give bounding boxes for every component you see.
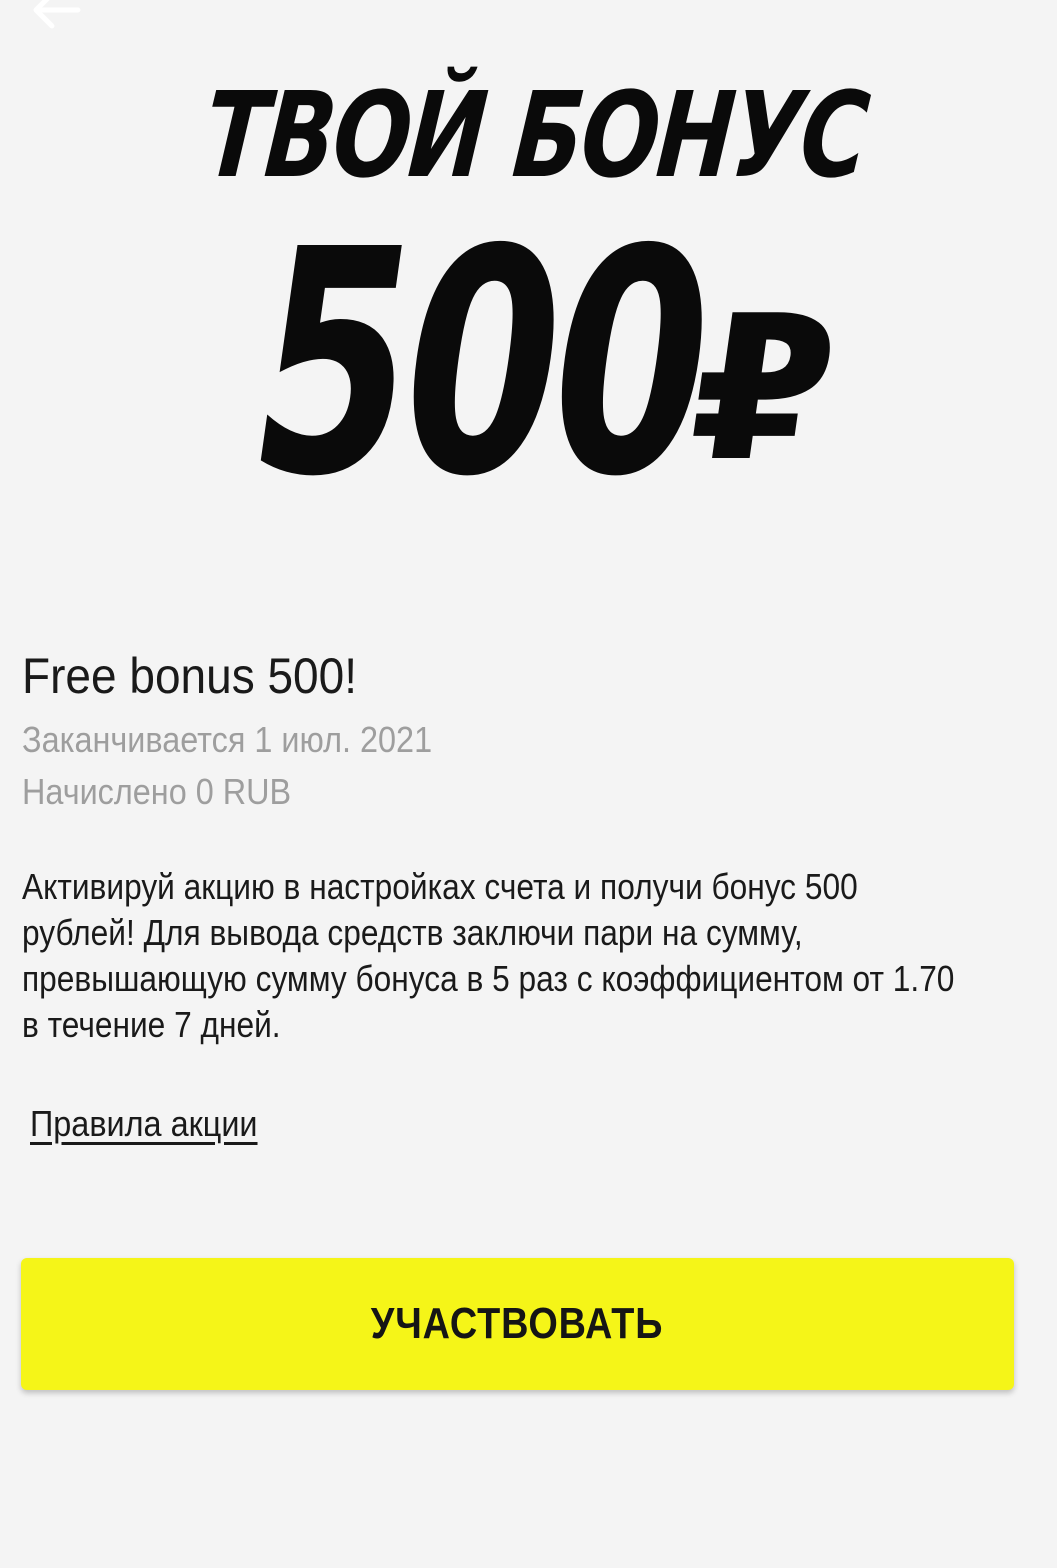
banner-headline: ТВОЙ БОНУС [199,66,872,204]
participate-button[interactable]: УЧАСТВОВАТЬ [21,1258,1014,1390]
participate-button-label: УЧАСТВОВАТЬ [371,1299,664,1348]
promo-title: Free bonus 500! [22,648,358,704]
banner-amount-group: 500 ₽ [231,184,893,545]
promo-expiry-date: Заканчивается 1 июл. 2021 [22,719,433,760]
back-button[interactable] [28,0,84,34]
promo-description: Активируй акцию в настройках счета и пол… [22,866,955,1045]
banner-amount: 500 [231,184,727,545]
promo-rules-link[interactable]: Правила акции [30,1100,258,1148]
promo-credited-amount: Начислено 0 RUB [22,771,292,812]
arrow-left-icon [33,0,81,29]
bonus-banner: ТВОЙ БОНУС 500 ₽ [0,50,1057,545]
ruble-sign: ₽ [677,273,850,506]
